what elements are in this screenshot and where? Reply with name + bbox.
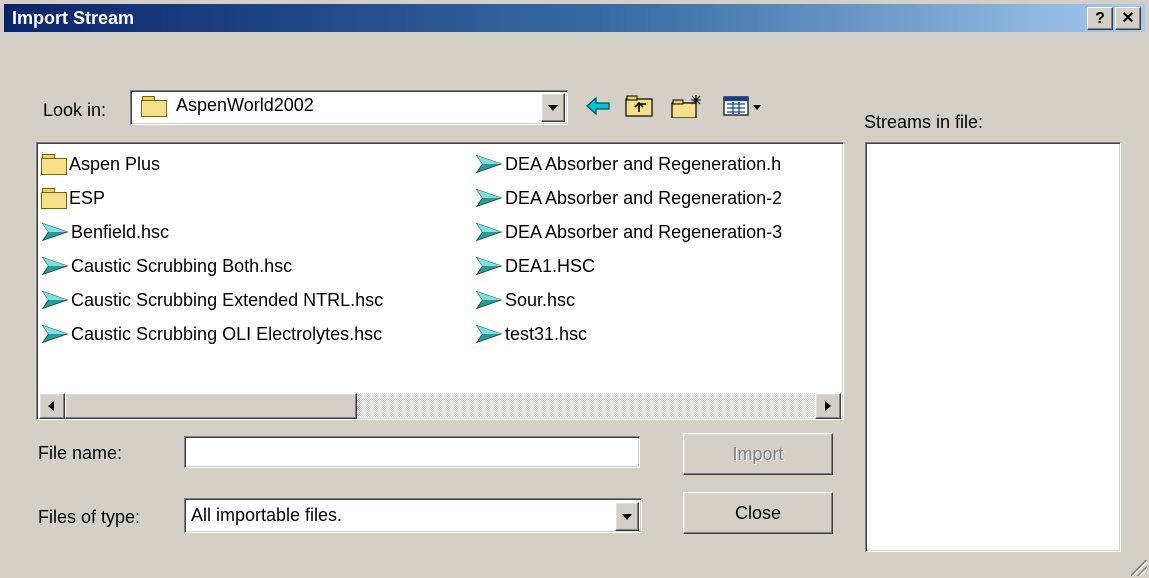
file-name-text: Sour.hsc bbox=[505, 290, 576, 310]
folder-icon bbox=[41, 188, 67, 209]
file-list-item[interactable]: Caustic Scrubbing OLI Electrolytes.hsc bbox=[41, 317, 383, 351]
streams-list[interactable] bbox=[865, 142, 1121, 552]
look-in-dropdown-button[interactable] bbox=[541, 93, 565, 122]
file-list-item[interactable]: DEA Absorber and Regeneration.h bbox=[475, 147, 782, 181]
up-folder-icon[interactable] bbox=[624, 94, 654, 118]
hysys-file-icon bbox=[41, 256, 69, 276]
right-arrow-icon bbox=[825, 401, 831, 411]
import-button[interactable]: Import bbox=[683, 433, 833, 475]
file-list-item[interactable]: Caustic Scrubbing Extended NTRL.hsc bbox=[41, 283, 383, 317]
look-in-label: Look in: bbox=[43, 100, 107, 120]
horizontal-scrollbar[interactable] bbox=[39, 393, 841, 419]
scroll-left-button[interactable] bbox=[39, 393, 65, 419]
help-icon: ? bbox=[1095, 10, 1105, 27]
back-arrow-icon[interactable] bbox=[584, 94, 612, 118]
file-name-text: ESP bbox=[69, 188, 106, 208]
title-bar[interactable]: Import Stream ? ✕ bbox=[4, 4, 1145, 32]
file-name-text: DEA1.HSC bbox=[505, 256, 596, 276]
window-title: Import Stream bbox=[12, 8, 135, 28]
file-name-text: Benfield.hsc bbox=[71, 222, 170, 242]
file-name-text: DEA Absorber and Regeneration.h bbox=[505, 154, 782, 174]
file-list-item[interactable]: Aspen Plus bbox=[41, 147, 383, 181]
hysys-file-icon bbox=[41, 290, 69, 310]
import-stream-dialog: Import Stream ? ✕ Look in: AspenWorld200… bbox=[0, 0, 1149, 578]
streams-in-file-label: Streams in file: bbox=[864, 112, 984, 132]
new-folder-icon[interactable] bbox=[670, 94, 704, 118]
hysys-file-icon bbox=[475, 290, 503, 310]
file-list-column-2: DEA Absorber and Regeneration.h DEA Absor… bbox=[475, 147, 782, 351]
file-list-item[interactable]: DEA Absorber and Regeneration-3 bbox=[475, 215, 782, 249]
file-list[interactable]: Aspen Plus ESP Benfield.hsc Caustic Scrubbi… bbox=[36, 142, 844, 420]
file-name-label: File name: bbox=[38, 443, 123, 463]
files-of-type-dropdown-button[interactable] bbox=[615, 502, 639, 531]
file-name-text: Aspen Plus bbox=[69, 154, 161, 174]
hysys-file-icon bbox=[475, 222, 503, 242]
file-list-item[interactable]: DEA1.HSC bbox=[475, 249, 782, 283]
file-name-text: DEA Absorber and Regeneration-2 bbox=[505, 188, 783, 208]
hysys-file-icon bbox=[475, 324, 503, 344]
import-button-label: Import bbox=[732, 444, 784, 464]
file-list-item[interactable]: Benfield.hsc bbox=[41, 215, 383, 249]
hysys-file-icon bbox=[475, 188, 503, 208]
file-name-text: Caustic Scrubbing Extended NTRL.hsc bbox=[71, 290, 384, 310]
scroll-right-button[interactable] bbox=[815, 393, 841, 419]
scroll-thumb[interactable] bbox=[65, 393, 357, 419]
files-of-type-value: All importable files. bbox=[191, 505, 343, 525]
close-window-button[interactable]: ✕ bbox=[1115, 7, 1141, 30]
files-of-type-label: Files of type: bbox=[38, 507, 141, 527]
file-list-item[interactable]: Sour.hsc bbox=[475, 283, 782, 317]
file-list-column-1: Aspen Plus ESP Benfield.hsc Caustic Scrubbi… bbox=[41, 147, 383, 351]
help-button[interactable]: ? bbox=[1087, 7, 1113, 30]
open-folder-icon bbox=[141, 96, 167, 118]
hysys-file-icon bbox=[41, 222, 69, 242]
close-button[interactable]: Close bbox=[683, 492, 833, 534]
resize-grip[interactable] bbox=[1131, 560, 1147, 576]
close-button-label: Close bbox=[734, 503, 782, 523]
hysys-file-icon bbox=[475, 154, 503, 174]
left-arrow-icon bbox=[48, 401, 54, 411]
folder-icon bbox=[41, 154, 67, 175]
look-in-combobox[interactable]: AspenWorld2002 bbox=[130, 90, 568, 125]
file-name-text: test31.hsc bbox=[505, 324, 588, 344]
file-list-item[interactable]: test31.hsc bbox=[475, 317, 782, 351]
files-of-type-combobox[interactable]: All importable files. bbox=[184, 498, 642, 533]
look-in-value: AspenWorld2002 bbox=[176, 95, 314, 115]
file-name-input[interactable] bbox=[184, 436, 640, 468]
file-list-item[interactable]: DEA Absorber and Regeneration-2 bbox=[475, 181, 782, 215]
file-name-text: Caustic Scrubbing OLI Electrolytes.hsc bbox=[71, 324, 383, 344]
hysys-file-icon bbox=[41, 324, 69, 344]
file-name-text: Caustic Scrubbing Both.hsc bbox=[71, 256, 293, 276]
view-menu-icon[interactable] bbox=[722, 94, 764, 118]
file-list-item[interactable]: ESP bbox=[41, 181, 383, 215]
file-name-text: DEA Absorber and Regeneration-3 bbox=[505, 222, 783, 242]
hysys-file-icon bbox=[475, 256, 503, 276]
close-icon: ✕ bbox=[1121, 10, 1135, 27]
file-list-item[interactable]: Caustic Scrubbing Both.hsc bbox=[41, 249, 383, 283]
